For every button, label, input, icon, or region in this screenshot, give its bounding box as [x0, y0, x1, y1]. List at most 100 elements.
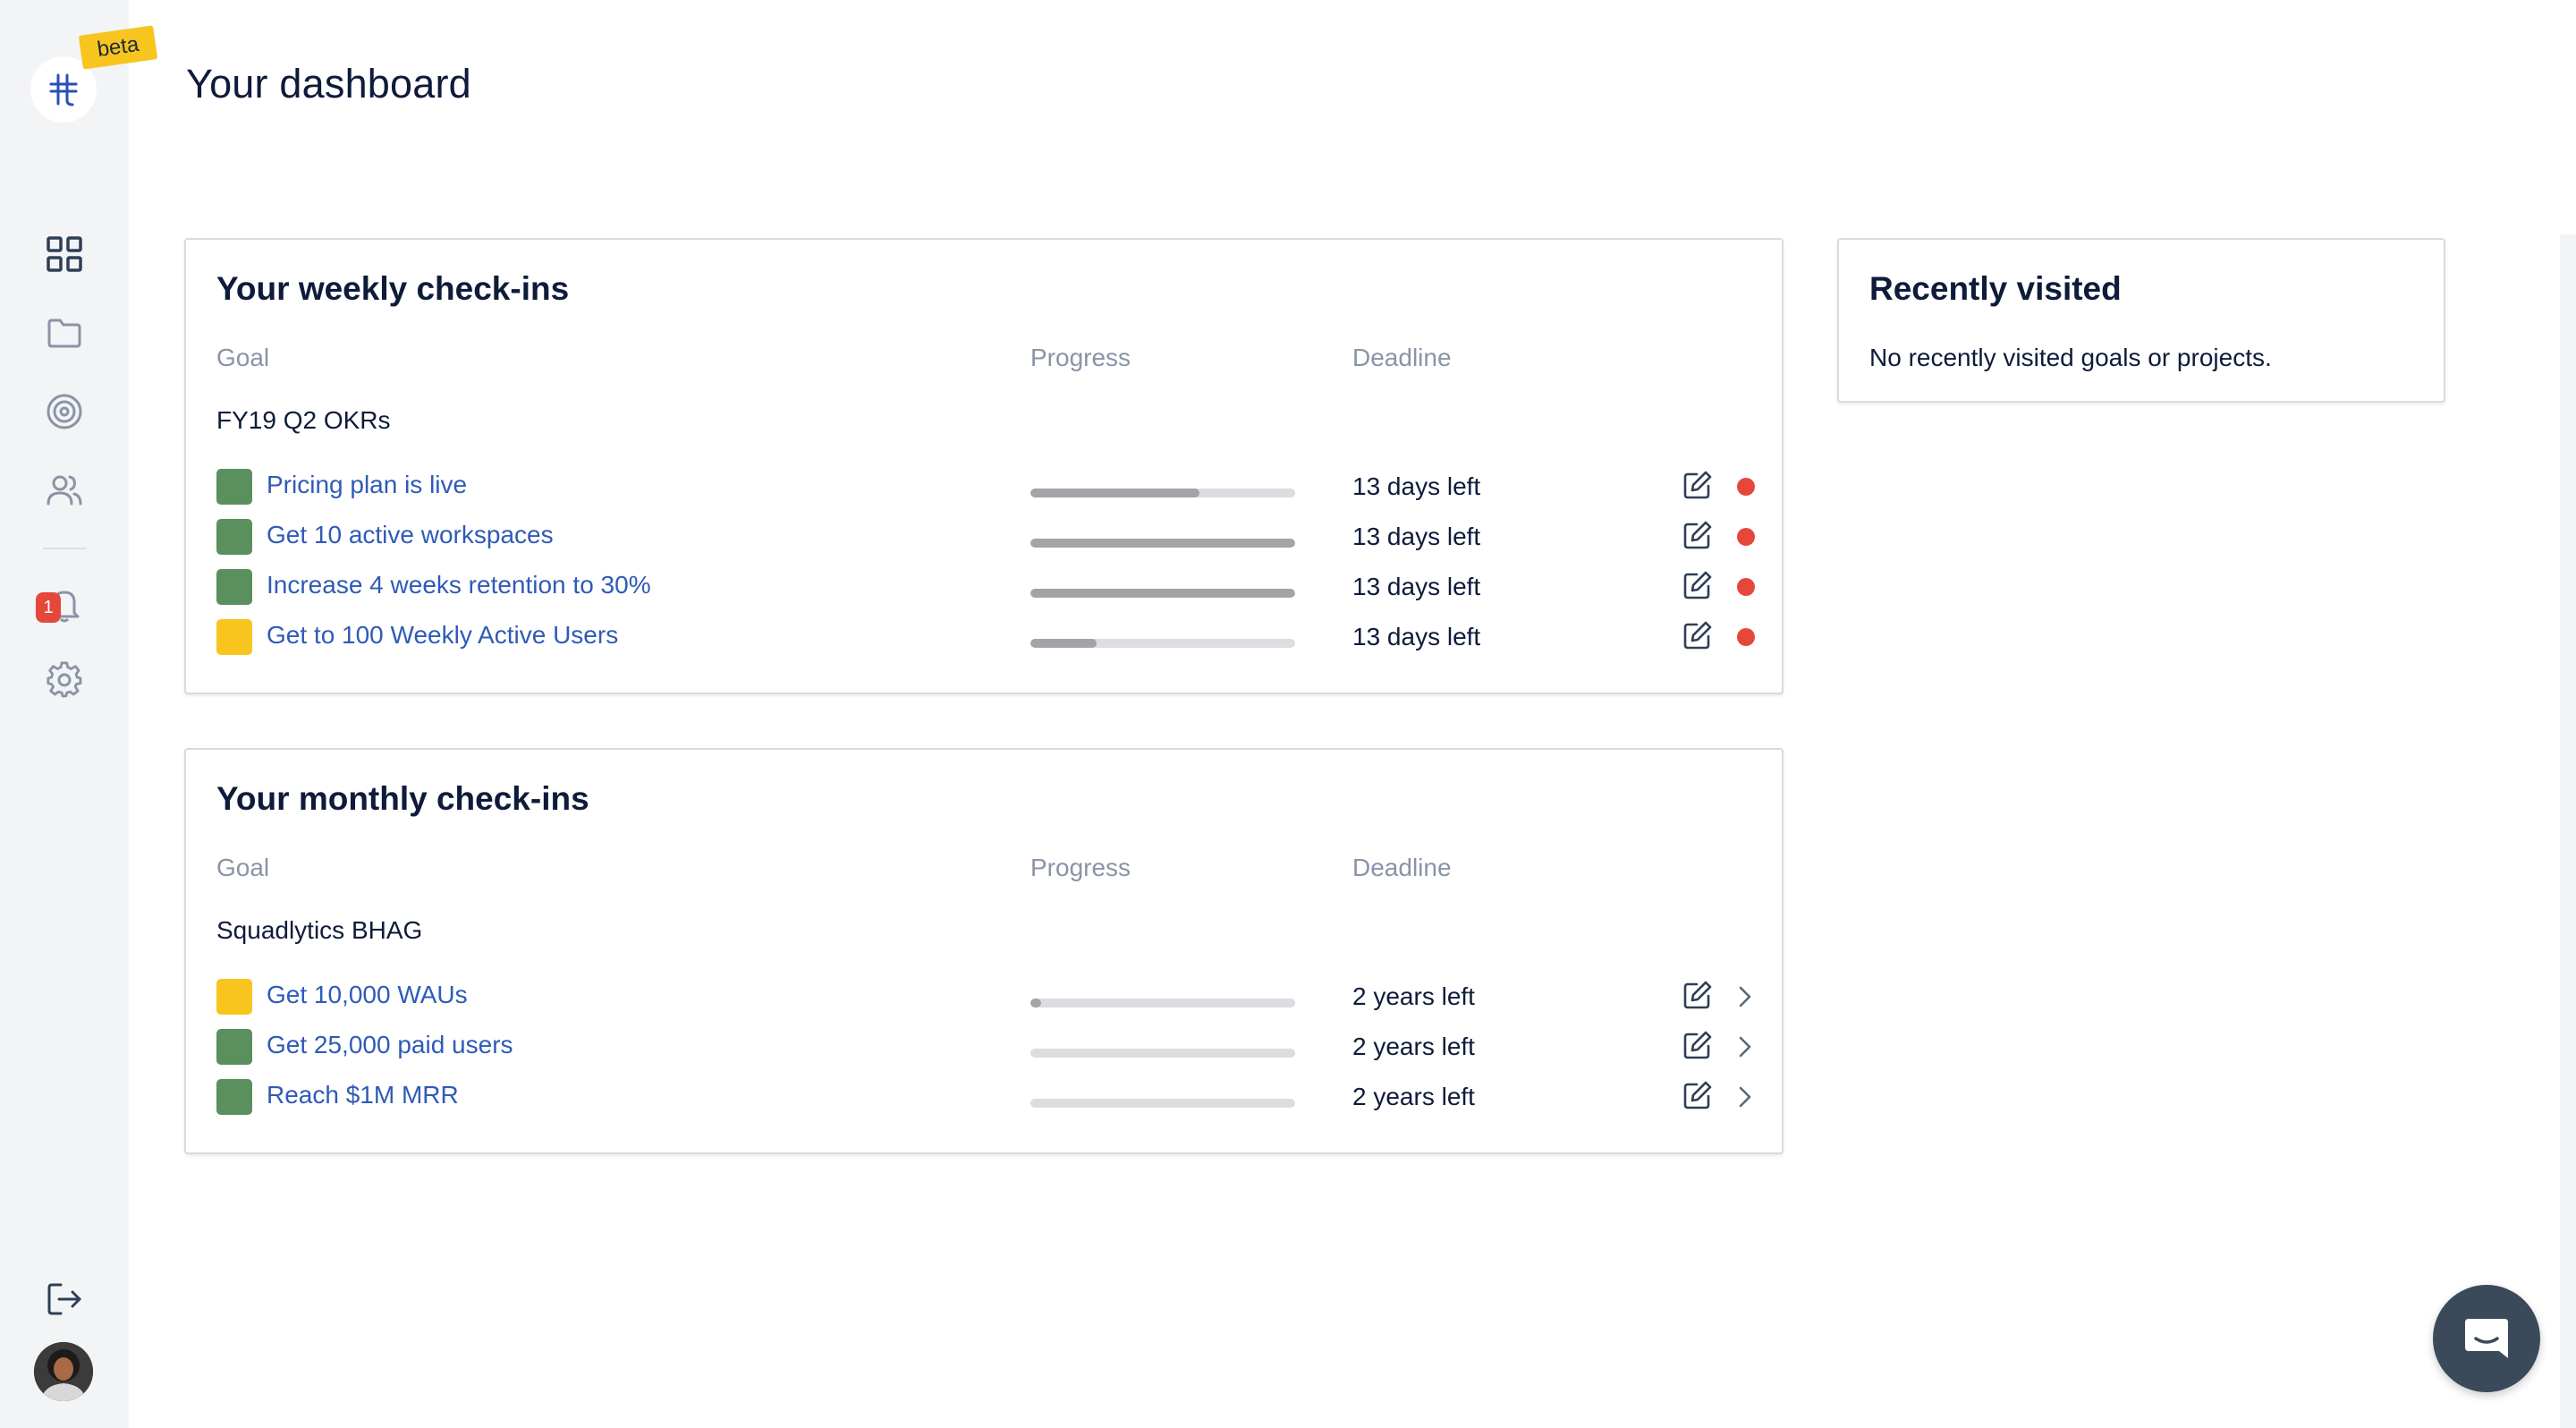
logout-button[interactable] — [43, 1278, 86, 1321]
goal-link[interactable]: Get 10 active workspaces — [267, 521, 554, 549]
goal-status-indicator — [216, 519, 252, 555]
chevron-right-icon — [1739, 986, 1751, 1007]
goal-link[interactable]: Get 25,000 paid users — [267, 1031, 513, 1059]
goal-deadline: 13 days left — [1352, 573, 1481, 600]
column-header-progress: Progress — [1030, 854, 1131, 881]
progress-bar — [1030, 999, 1295, 1007]
goal-deadline: 2 years left — [1352, 1033, 1475, 1060]
goal-row: Get 10,000 WAUs 2 years left — [186, 973, 1782, 1024]
chevron-right-icon — [1739, 1086, 1751, 1108]
goal-deadline: 13 days left — [1352, 523, 1481, 550]
progress-bar — [1030, 639, 1295, 648]
checkin-overdue-dot — [1737, 628, 1755, 646]
edit-icon — [1683, 1081, 1712, 1109]
goal-row: Reach $1M MRR 2 years left — [186, 1074, 1782, 1124]
checkin-overdue-dot — [1737, 578, 1755, 596]
progress-bar — [1030, 589, 1295, 598]
monthly-card-title: Your monthly check-ins — [216, 780, 589, 817]
nav-people[interactable] — [43, 469, 86, 512]
page-title: Your dashboard — [186, 61, 471, 106]
avatar[interactable] — [34, 1342, 93, 1401]
edit-icon — [1683, 521, 1712, 549]
goal-link[interactable]: Get 10,000 WAUs — [267, 981, 468, 1009]
progress-bar-fill — [1030, 999, 1041, 1007]
recent-card-title: Recently visited — [1869, 270, 2122, 307]
edit-checkin-button[interactable] — [1680, 517, 1716, 553]
goal-status-indicator — [216, 1029, 252, 1065]
goal-deadline: 2 years left — [1352, 1083, 1475, 1110]
goal-deadline: 2 years left — [1352, 982, 1475, 1010]
chat-icon — [2465, 1319, 2508, 1358]
column-header-goal: Goal — [216, 344, 270, 371]
checkin-overdue-dot — [1737, 478, 1755, 496]
goal-deadline: 13 days left — [1352, 472, 1481, 500]
goal-group-name: Squadlytics BHAG — [216, 916, 423, 944]
goal-status-indicator — [216, 979, 252, 1015]
sidebar-divider — [43, 548, 86, 549]
edit-icon — [1683, 471, 1712, 499]
edit-checkin-button[interactable] — [1680, 1077, 1716, 1113]
column-header-deadline: Deadline — [1352, 854, 1452, 881]
sidebar: beta 1 — [0, 0, 158, 1428]
user-avatar-image — [34, 1342, 93, 1401]
progress-bar-fill — [1030, 539, 1295, 548]
progress-bar-fill — [1030, 589, 1295, 598]
goal-link[interactable]: Get to 100 Weekly Active Users — [267, 621, 618, 650]
edit-icon — [1683, 621, 1712, 650]
progress-bar — [1030, 489, 1295, 497]
column-header-goal: Goal — [216, 854, 270, 881]
page-scrollbar[interactable] — [2560, 234, 2576, 1428]
goal-status-indicator — [216, 1079, 252, 1115]
edit-checkin-button[interactable] — [1680, 1027, 1716, 1063]
goal-status-indicator — [216, 569, 252, 605]
edit-checkin-button[interactable] — [1680, 567, 1716, 603]
goal-link[interactable]: Pricing plan is live — [267, 471, 467, 499]
expand-goal-button[interactable] — [1732, 979, 1758, 1015]
nav-projects[interactable] — [43, 311, 86, 354]
dashboard-grid-icon — [47, 236, 82, 272]
goal-status-indicator — [216, 469, 252, 505]
edit-icon — [1683, 1031, 1712, 1059]
recent-empty-message: No recently visited goals or projects. — [1869, 344, 2272, 371]
monthly-checkins-card: Your monthly check-ins Goal Progress Dea… — [184, 748, 1784, 1154]
column-header-deadline: Deadline — [1352, 344, 1452, 371]
checkin-overdue-dot — [1737, 528, 1755, 546]
progress-bar-fill — [1030, 639, 1097, 648]
nav-settings[interactable] — [43, 659, 86, 701]
goal-row: Increase 4 weeks retention to 30% 13 day… — [186, 564, 1782, 614]
edit-checkin-button[interactable] — [1680, 977, 1716, 1013]
goal-link[interactable]: Reach $1M MRR — [267, 1081, 459, 1109]
goal-row: Get to 100 Weekly Active Users 13 days l… — [186, 614, 1782, 664]
goal-deadline: 13 days left — [1352, 623, 1481, 650]
goal-row: Pricing plan is live 13 days left — [186, 463, 1782, 514]
beta-badge: beta — [78, 25, 158, 70]
nav-goals[interactable] — [43, 390, 86, 433]
progress-bar-fill — [1030, 489, 1200, 497]
people-icon — [47, 475, 82, 506]
logout-icon — [47, 1283, 81, 1315]
expand-goal-button[interactable] — [1732, 1079, 1758, 1115]
logo-icon — [49, 73, 78, 106]
column-header-progress: Progress — [1030, 344, 1131, 371]
goal-row: Get 10 active workspaces 13 days left — [186, 514, 1782, 564]
folder-icon — [47, 319, 81, 348]
edit-checkin-button[interactable] — [1680, 467, 1716, 503]
progress-bar — [1030, 1099, 1295, 1108]
notification-count-badge: 1 — [36, 592, 61, 623]
progress-bar — [1030, 539, 1295, 548]
chat-launcher-button[interactable] — [2433, 1285, 2540, 1392]
edit-checkin-button[interactable] — [1680, 617, 1716, 653]
gear-icon — [47, 661, 82, 698]
goal-link[interactable]: Increase 4 weeks retention to 30% — [267, 571, 651, 599]
nav-dashboard[interactable] — [43, 233, 86, 276]
target-icon — [47, 394, 82, 429]
recently-visited-card: Recently visited No recently visited goa… — [1837, 238, 2445, 403]
edit-icon — [1683, 981, 1712, 1009]
chevron-right-icon — [1739, 1036, 1751, 1058]
expand-goal-button[interactable] — [1732, 1029, 1758, 1065]
goal-status-indicator — [216, 619, 252, 655]
goal-group-name: FY19 Q2 OKRs — [216, 406, 391, 434]
edit-icon — [1683, 571, 1712, 599]
weekly-checkins-card: Your weekly check-ins Goal Progress Dead… — [184, 238, 1784, 694]
weekly-card-title: Your weekly check-ins — [216, 270, 570, 307]
